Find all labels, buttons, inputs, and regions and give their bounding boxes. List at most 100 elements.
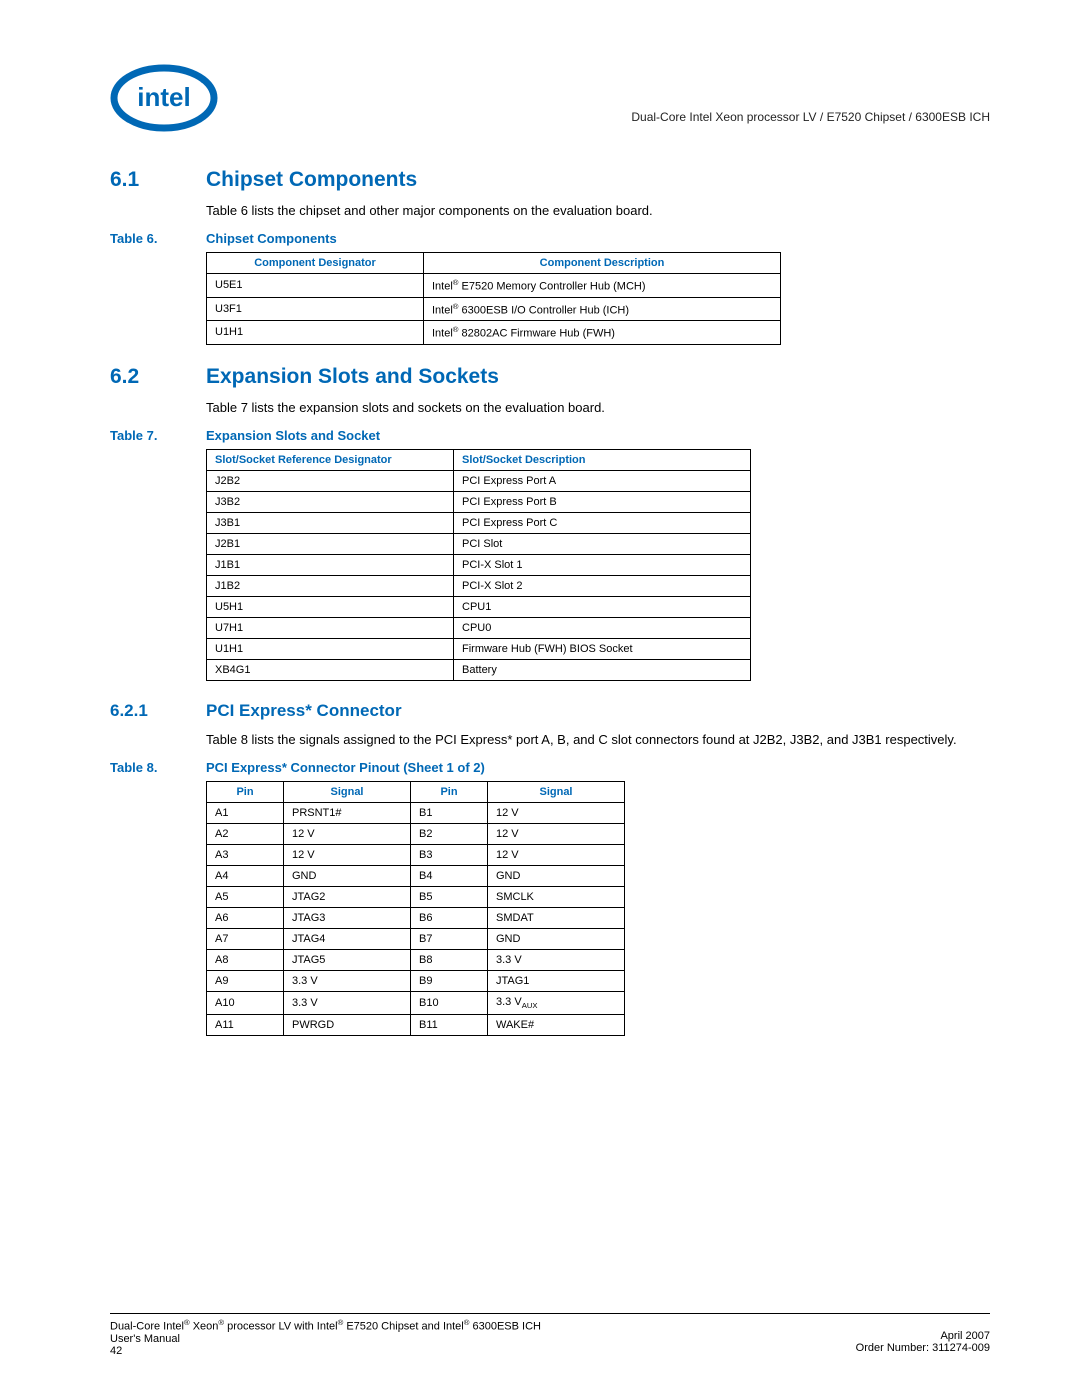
td: Firmware Hub (FWH) BIOS Socket	[454, 638, 751, 659]
td: A1	[207, 802, 284, 823]
td: B6	[411, 907, 488, 928]
table-header-row: Component Designator Component Descripti…	[207, 252, 781, 273]
td: U7H1	[207, 617, 454, 638]
td: JTAG2	[284, 886, 411, 907]
td: U5E1	[207, 273, 424, 297]
section-number: 6.2.1	[110, 701, 206, 721]
td: A11	[207, 1014, 284, 1035]
td: B3	[411, 844, 488, 865]
td: A4	[207, 865, 284, 886]
page-header: intel Dual-Core Intel Xeon processor LV …	[110, 60, 990, 132]
td: U1H1	[207, 638, 454, 659]
td: SMCLK	[488, 886, 625, 907]
section-6-2-1-heading: 6.2.1 PCI Express* Connector	[110, 701, 990, 721]
td: 12 V	[488, 802, 625, 823]
table-row: A312 VB312 V	[207, 844, 625, 865]
td: PCI Slot	[454, 533, 751, 554]
table-label: Table 8.	[110, 760, 206, 775]
table-row: J2B1PCI Slot	[207, 533, 751, 554]
table-row: J1B1PCI-X Slot 1	[207, 554, 751, 575]
td: WAKE#	[488, 1014, 625, 1035]
td: A7	[207, 928, 284, 949]
table-row: U7H1CPU0	[207, 617, 751, 638]
td: A2	[207, 823, 284, 844]
td: A6	[207, 907, 284, 928]
page-footer: Dual-Core Intel® Xeon® processor LV with…	[110, 1313, 990, 1357]
td: A3	[207, 844, 284, 865]
td: 3.3 V	[284, 991, 411, 1014]
footer-order-number: Order Number: 311274-009	[856, 1342, 990, 1354]
footer-left: Dual-Core Intel® Xeon® processor LV with…	[110, 1318, 541, 1357]
table-row: J1B2PCI-X Slot 2	[207, 575, 751, 596]
table-row: XB4G1Battery	[207, 659, 751, 680]
th: Slot/Socket Description	[454, 449, 751, 470]
td: 12 V	[284, 823, 411, 844]
td: U3F1	[207, 297, 424, 321]
section-6-2-1-intro: Table 8 lists the signals assigned to th…	[206, 731, 990, 750]
td: B8	[411, 949, 488, 970]
section-number: 6.1	[110, 168, 206, 192]
td: PCI Express Port A	[454, 470, 751, 491]
td: A9	[207, 970, 284, 991]
td: 3.3 VAUX	[488, 991, 625, 1014]
td: 12 V	[488, 823, 625, 844]
td: B4	[411, 865, 488, 886]
th: Pin	[207, 781, 284, 802]
table-8: Pin Signal Pin Signal A1PRSNT1#B112 VA21…	[206, 781, 625, 1036]
table-6: Component Designator Component Descripti…	[206, 252, 781, 345]
td: B9	[411, 970, 488, 991]
td: SMDAT	[488, 907, 625, 928]
table-header-row: Pin Signal Pin Signal	[207, 781, 625, 802]
table-row: U1H1Firmware Hub (FWH) BIOS Socket	[207, 638, 751, 659]
table-label: Table 7.	[110, 428, 206, 443]
td: PWRGD	[284, 1014, 411, 1035]
td: PCI-X Slot 2	[454, 575, 751, 596]
td: GND	[488, 928, 625, 949]
table-title: PCI Express* Connector Pinout (Sheet 1 o…	[206, 760, 485, 775]
td: J3B1	[207, 512, 454, 533]
table-row: J3B1PCI Express Port C	[207, 512, 751, 533]
table-row: A93.3 VB9JTAG1	[207, 970, 625, 991]
td: J2B2	[207, 470, 454, 491]
header-text: Dual-Core Intel Xeon processor LV / E752…	[631, 110, 990, 124]
page: intel Dual-Core Intel Xeon processor LV …	[0, 0, 1080, 1397]
footer-manual: User's Manual	[110, 1333, 541, 1345]
intel-logo: intel	[110, 60, 218, 132]
td: GND	[284, 865, 411, 886]
section-number: 6.2	[110, 365, 206, 389]
td: PCI Express Port B	[454, 491, 751, 512]
td: B5	[411, 886, 488, 907]
table-8-caption: Table 8. PCI Express* Connector Pinout (…	[110, 760, 990, 775]
td: CPU1	[454, 596, 751, 617]
td: JTAG5	[284, 949, 411, 970]
table-row: U1H1 Intel® 82802AC Firmware Hub (FWH)	[207, 321, 781, 345]
td: B1	[411, 802, 488, 823]
table-row: A5JTAG2B5SMCLK	[207, 886, 625, 907]
th: Pin	[411, 781, 488, 802]
table-row: U3F1 Intel® 6300ESB I/O Controller Hub (…	[207, 297, 781, 321]
svg-text:intel: intel	[137, 82, 190, 112]
table-row: A8JTAG5B83.3 V	[207, 949, 625, 970]
td: PCI Express Port C	[454, 512, 751, 533]
th: Signal	[488, 781, 625, 802]
td: PCI-X Slot 1	[454, 554, 751, 575]
section-title: Chipset Components	[206, 168, 417, 192]
section-6-1-intro: Table 6 lists the chipset and other majo…	[206, 202, 990, 221]
footer-page-number: 42	[110, 1345, 541, 1357]
section-6-2-intro: Table 7 lists the expansion slots and so…	[206, 399, 990, 418]
td: XB4G1	[207, 659, 454, 680]
td: U5H1	[207, 596, 454, 617]
td: JTAG3	[284, 907, 411, 928]
td: J1B2	[207, 575, 454, 596]
td: A8	[207, 949, 284, 970]
section-6-1-heading: 6.1 Chipset Components	[110, 168, 990, 192]
td: B7	[411, 928, 488, 949]
td: B10	[411, 991, 488, 1014]
table-row: U5E1 Intel® E7520 Memory Controller Hub …	[207, 273, 781, 297]
td: JTAG4	[284, 928, 411, 949]
table-row: U5H1CPU1	[207, 596, 751, 617]
th: Component Description	[424, 252, 781, 273]
footer-doc-title: Dual-Core Intel® Xeon® processor LV with…	[110, 1318, 541, 1333]
td: JTAG1	[488, 970, 625, 991]
td: J2B1	[207, 533, 454, 554]
